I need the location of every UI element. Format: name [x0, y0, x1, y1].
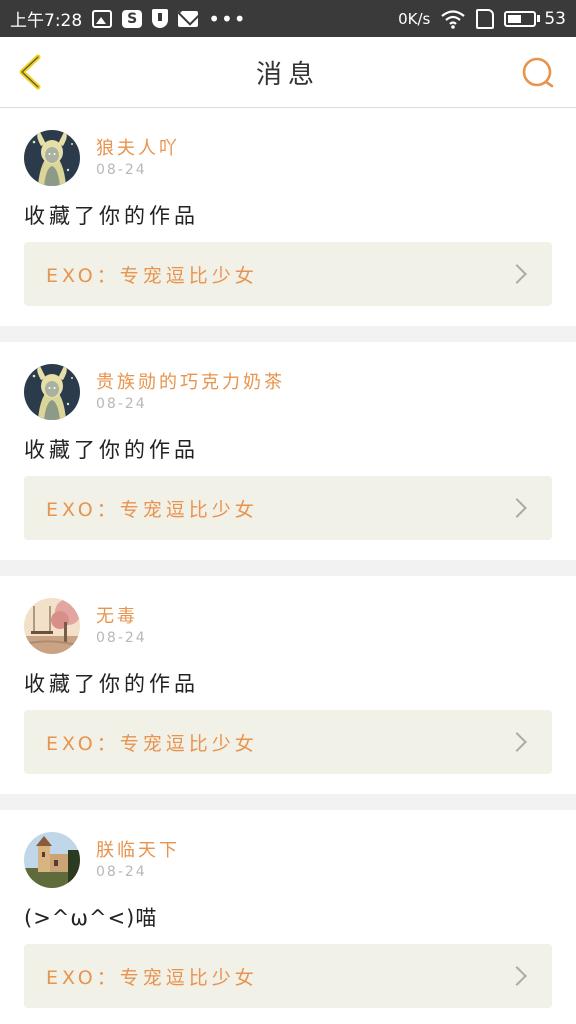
search-icon[interactable]	[520, 55, 556, 91]
work-link[interactable]: EXO：专宠逗比少女	[24, 242, 552, 306]
work-link[interactable]: EXO：专宠逗比少女	[24, 476, 552, 540]
status-bar: 上午7:28 S ••• 0K/s 53	[0, 0, 576, 37]
wifi-icon	[441, 9, 466, 29]
work-title: EXO：专宠逗比少女	[46, 732, 258, 755]
network-speed: 0K/s	[398, 9, 431, 28]
username[interactable]: 无毒	[96, 602, 147, 628]
username[interactable]: 狼夫人吖	[96, 134, 180, 160]
sim-icon	[476, 8, 495, 29]
message-card: 朕临天下 08-24 (>^ω^<)喵 EXO：专宠逗比少女	[0, 810, 576, 1024]
message-text: 收藏了你的作品	[24, 204, 199, 228]
timestamp: 08-24	[96, 630, 147, 646]
work-title: EXO：专宠逗比少女	[46, 498, 258, 521]
page-title: 消息	[255, 59, 320, 90]
chevron-right-icon	[507, 966, 527, 986]
castle-avatar[interactable]	[24, 832, 80, 888]
username[interactable]: 贵族勋的巧克力奶茶	[96, 368, 285, 394]
message-text: 收藏了你的作品	[24, 438, 199, 462]
timestamp: 08-24	[96, 864, 147, 880]
message-text: 收藏了你的作品	[24, 672, 199, 696]
s-app-icon: S	[122, 9, 143, 28]
anime-girl-avatar[interactable]	[24, 130, 80, 186]
mail-icon	[178, 10, 199, 27]
chevron-right-icon	[507, 498, 527, 518]
timestamp: 08-24	[96, 162, 147, 178]
message-text: (>^ω^<)喵	[24, 906, 158, 930]
message-list: 狼夫人吖 08-24 收藏了你的作品 EXO：专宠逗比少女 贵族勋的巧克力奶茶 …	[0, 108, 576, 1024]
message-card: 贵族勋的巧克力奶茶 08-24 收藏了你的作品 EXO：专宠逗比少女	[0, 342, 576, 560]
work-title: EXO：专宠逗比少女	[46, 966, 258, 989]
chevron-right-icon	[507, 264, 527, 284]
message-card: 无毒 08-24 收藏了你的作品 EXO：专宠逗比少女	[0, 576, 576, 794]
chevron-left-icon[interactable]	[14, 53, 44, 91]
message-card: 狼夫人吖 08-24 收藏了你的作品 EXO：专宠逗比少女	[0, 108, 576, 326]
work-link[interactable]: EXO：专宠逗比少女	[24, 944, 552, 1008]
header: 消息	[0, 37, 576, 108]
shield-icon	[152, 9, 169, 28]
timestamp: 08-24	[96, 396, 147, 412]
chevron-right-icon	[507, 732, 527, 752]
work-link[interactable]: EXO：专宠逗比少女	[24, 710, 552, 774]
work-title: EXO：专宠逗比少女	[46, 264, 258, 287]
anime-girl-avatar[interactable]	[24, 364, 80, 420]
username[interactable]: 朕临天下	[96, 836, 180, 862]
more-dots-icon: •••	[208, 6, 247, 31]
battery-icon	[504, 10, 541, 27]
status-time: 上午7:28	[10, 11, 83, 31]
battery-percent: 53	[544, 8, 566, 29]
image-icon	[92, 9, 113, 28]
swing-scene-avatar[interactable]	[24, 598, 80, 654]
